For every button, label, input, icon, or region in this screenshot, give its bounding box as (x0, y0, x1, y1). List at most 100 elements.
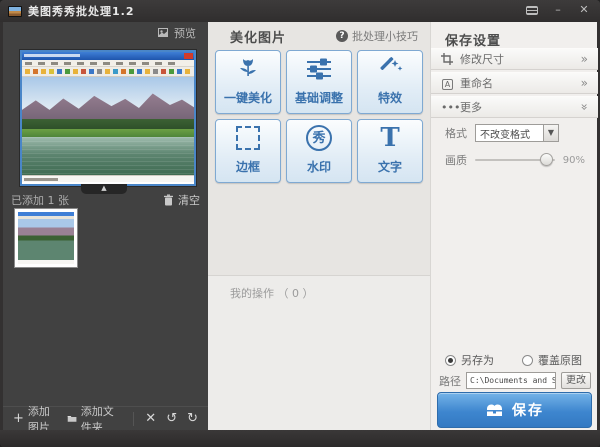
app-window: 美图秀秀批处理1.2 – ✕ 预览 (0, 0, 600, 447)
dropdown-arrow-icon[interactable]: ▼ (543, 125, 558, 141)
resize-label: 修改尺寸 (460, 51, 504, 67)
center-panel: 美化图片 ? 批处理小技巧 一键美化 (208, 22, 430, 430)
inner-window-titlebar (22, 52, 194, 60)
window-controls: – ✕ (524, 3, 592, 19)
inner-window-statusbar (22, 175, 194, 182)
save-as-radio[interactable]: 另存为 (445, 352, 494, 368)
quality-value: 90% (563, 155, 585, 166)
inner-window-menubar (22, 60, 194, 67)
added-count-label: 已添加 1 张 (11, 192, 69, 208)
titlebar[interactable]: 美图秀秀批处理1.2 – ✕ (0, 0, 600, 22)
slider-handle[interactable] (540, 153, 553, 166)
grass (22, 129, 194, 137)
radio-unselected-icon (522, 355, 533, 366)
trash-icon (163, 194, 174, 206)
rename-section[interactable]: A 重命名 » (431, 72, 598, 94)
save-mode-row: 另存为 覆盖原图 (445, 352, 589, 368)
watermark-button[interactable]: 秀 水印 (286, 119, 352, 183)
overwrite-label: 覆盖原图 (538, 352, 582, 368)
beautify-title: 美化图片 (230, 27, 286, 46)
change-path-button[interactable]: 更改 (561, 372, 591, 389)
close-button[interactable]: ✕ (576, 3, 592, 19)
watermark-label: 水印 (307, 158, 331, 175)
left-toolbar: + 添加图片 添加文件夹 ✕ ↺ ↻ (3, 406, 208, 430)
save-icon (485, 403, 504, 418)
more-label: 更多 (460, 99, 482, 115)
more-section[interactable]: ••• 更多 » (431, 96, 598, 118)
center-header: 美化图片 ? 批处理小技巧 (208, 22, 430, 50)
feature-grid: 一键美化 基础调整 (215, 50, 423, 183)
landscape-photo (22, 77, 194, 175)
magic-wand-icon (377, 55, 403, 83)
border-label: 边框 (236, 158, 260, 175)
frame-icon (236, 124, 260, 152)
chevron-down-icon: » (581, 100, 588, 114)
remove-button[interactable]: ✕ (145, 411, 156, 426)
one-key-beautify-button[interactable]: 一键美化 (215, 50, 281, 114)
basic-adjust-button[interactable]: 基础调整 (286, 50, 352, 114)
save-button[interactable]: 保存 (437, 392, 592, 428)
tips-link[interactable]: ? 批处理小技巧 (336, 28, 418, 44)
right-panel: 保存设置 修改尺寸 » A 重命名 » ••• 更多 » (430, 22, 597, 430)
effects-button[interactable]: 特效 (357, 50, 423, 114)
thumbnail-picture (18, 212, 74, 264)
format-label: 格式 (445, 125, 467, 141)
preview-image[interactable] (20, 50, 196, 186)
flower-icon (235, 55, 261, 83)
preview-icon (158, 28, 170, 39)
window-title: 美图秀秀批处理1.2 (28, 3, 135, 19)
watermark-icon: 秀 (306, 124, 332, 152)
rename-label: 重命名 (460, 75, 493, 91)
rename-icon: A (441, 77, 454, 90)
text-label: 文字 (378, 158, 402, 175)
folder-icon (67, 413, 77, 424)
ellipsis-icon: ••• (441, 101, 454, 114)
border-button[interactable]: 边框 (215, 119, 281, 183)
tips-label: 批处理小技巧 (352, 28, 418, 44)
minimize-button[interactable]: – (550, 3, 566, 19)
operations-label: 我的操作 （ 0 ） (208, 276, 430, 301)
quality-label: 画质 (445, 152, 467, 168)
operations-area: 我的操作 （ 0 ） (208, 275, 430, 430)
window-body: 预览 ▲ 已添加 1 张 (3, 22, 597, 430)
format-select[interactable]: 不改变格式 ▼ (475, 124, 559, 142)
left-panel: 预览 ▲ 已添加 1 张 (3, 22, 208, 430)
overwrite-radio[interactable]: 覆盖原图 (522, 352, 582, 368)
path-input[interactable]: C:\Documents and Settings' (466, 372, 556, 389)
preview-button[interactable]: 预览 (158, 25, 196, 41)
bottom-frame (0, 430, 600, 447)
lake-reflection (22, 137, 194, 175)
image-thumbnail[interactable] (14, 208, 78, 268)
effects-label: 特效 (378, 89, 402, 106)
added-row: 已添加 1 张 清空 (11, 192, 200, 208)
save-settings-title: 保存设置 (445, 30, 501, 49)
redo-button[interactable]: ↻ (187, 411, 198, 426)
inner-close-icon (184, 53, 193, 59)
clear-button[interactable]: 清空 (163, 192, 200, 208)
text-button[interactable]: T 文字 (357, 119, 423, 183)
undo-button[interactable]: ↺ (166, 411, 177, 426)
quality-row: 画质 90% (445, 152, 585, 168)
skin-menu-button[interactable] (524, 3, 540, 19)
resize-section[interactable]: 修改尺寸 » (431, 48, 598, 70)
clear-label: 清空 (178, 192, 200, 208)
chevron-right-icon: » (581, 76, 588, 90)
quality-slider[interactable] (475, 153, 555, 167)
toolbar-divider (133, 412, 134, 426)
radio-selected-icon (445, 355, 456, 366)
format-row: 格式 不改变格式 ▼ (445, 124, 559, 142)
menu-icon (526, 6, 538, 15)
app-logo-icon (8, 6, 22, 17)
path-label: 路径 (439, 373, 461, 389)
question-icon: ? (336, 30, 348, 42)
one-key-beautify-label: 一键美化 (224, 89, 272, 106)
crop-icon (441, 53, 454, 65)
sliders-icon (305, 55, 333, 83)
save-label: 保存 (512, 400, 544, 420)
save-as-label: 另存为 (461, 352, 494, 368)
chevron-right-icon: » (581, 52, 588, 66)
plus-icon: + (13, 411, 24, 426)
path-row: 路径 C:\Documents and Settings' 更改 (439, 372, 591, 389)
inner-window-toolbar (22, 67, 194, 77)
preview-label: 预览 (174, 25, 196, 41)
